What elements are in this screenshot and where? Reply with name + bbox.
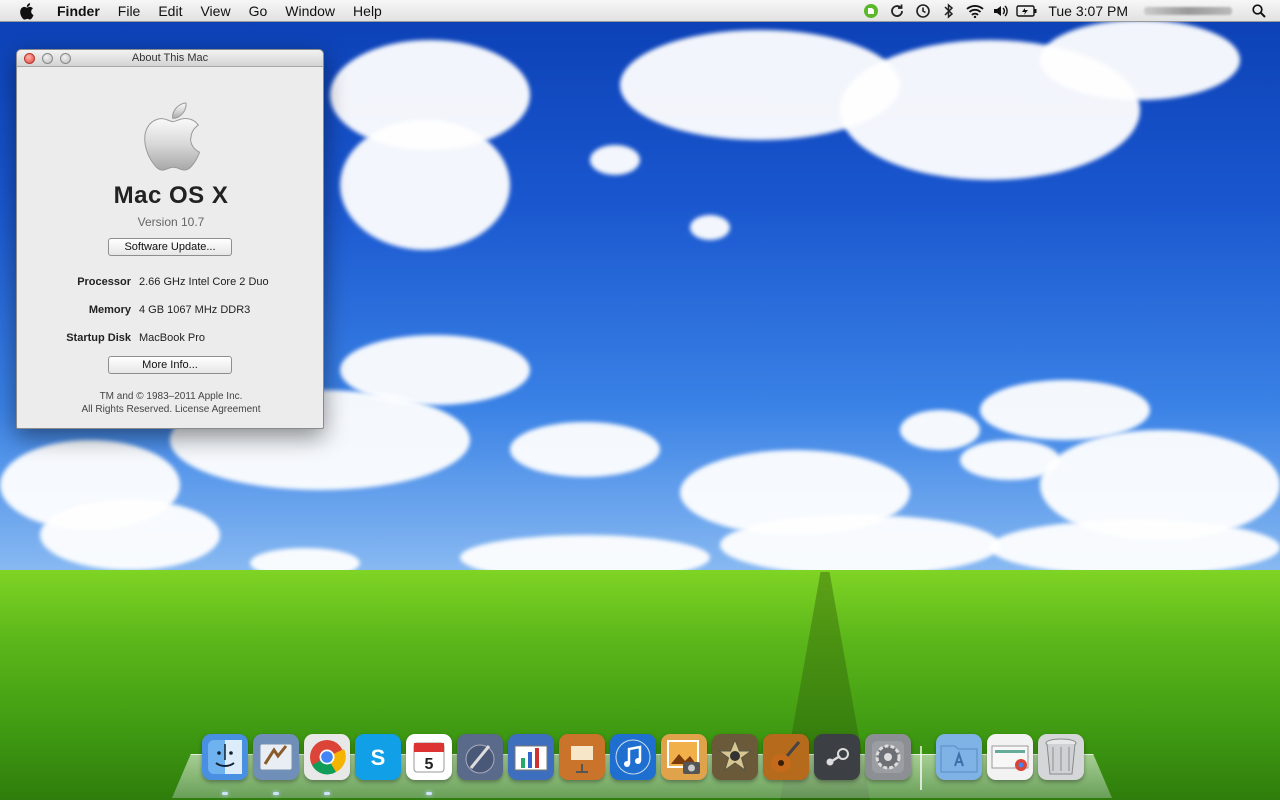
finder-icon[interactable] [202, 734, 248, 780]
menu-window[interactable]: Window [276, 0, 344, 22]
system-preferences-icon[interactable] [865, 734, 911, 780]
keynote-icon[interactable] [508, 734, 554, 780]
chrome-icon[interactable] [304, 734, 350, 780]
cloud [960, 440, 1060, 480]
dock: S5 [196, 734, 1096, 795]
cloud [510, 422, 660, 477]
sync-icon[interactable] [884, 0, 910, 22]
cloud [900, 410, 980, 450]
svg-text:S: S [371, 745, 386, 770]
copyright-notice: TM and © 1983–2011 Apple Inc. All Rights… [17, 390, 325, 416]
zoom-window-button[interactable] [60, 53, 71, 64]
evernote-icon[interactable] [858, 0, 884, 22]
memory-value: 4 GB 1067 MHz DDR3 [139, 304, 251, 316]
cloud [40, 500, 220, 570]
bluetooth-icon[interactable] [936, 0, 962, 22]
cloud [990, 520, 1280, 575]
skype-icon[interactable]: S [355, 734, 401, 780]
cloud [1040, 20, 1240, 100]
cloud [590, 145, 640, 175]
about-this-mac-window: About This Mac Mac OS X Version 10.7 Sof… [16, 49, 324, 429]
window-titlebar[interactable]: About This Mac [17, 50, 323, 67]
copyright-line-1: TM and © 1983–2011 Apple Inc. [99, 391, 243, 402]
user-name-redacted[interactable] [1144, 7, 1232, 15]
running-indicator [222, 792, 228, 795]
dock-separator[interactable] [920, 746, 922, 790]
steam-icon[interactable] [814, 734, 860, 780]
cloud [340, 120, 510, 250]
running-indicator [426, 792, 432, 795]
menu-app-name[interactable]: Finder [48, 0, 109, 22]
spotlight-search-icon[interactable] [1246, 0, 1272, 22]
menu-extras: Tue 3:07 PM [858, 0, 1280, 22]
cloud [720, 515, 1000, 575]
menu-clock[interactable]: Tue 3:07 PM [1040, 3, 1138, 19]
imovie-icon[interactable] [712, 734, 758, 780]
window-title: About This Mac [131, 52, 209, 64]
software-update-button[interactable]: Software Update... [108, 238, 232, 256]
ical-icon[interactable]: 5 [406, 734, 452, 780]
svg-text:5: 5 [425, 756, 434, 773]
menu-file[interactable]: File [109, 0, 150, 22]
startup-disk-label: Startup Disk [66, 332, 131, 344]
apple-menu-icon[interactable] [18, 2, 36, 20]
mail-icon[interactable] [253, 734, 299, 780]
itunes-icon[interactable] [610, 734, 656, 780]
os-version: Version 10.7 [137, 215, 205, 229]
more-info-button[interactable]: More Info... [108, 356, 232, 374]
menu-go[interactable]: Go [240, 0, 277, 22]
volume-icon[interactable] [988, 0, 1014, 22]
os-name: Mac OS X [113, 182, 229, 209]
time-machine-icon[interactable] [910, 0, 936, 22]
iphoto-icon[interactable] [661, 734, 707, 780]
copyright-line-2: All Rights Reserved. License Agreement [81, 404, 261, 415]
cloud [690, 215, 730, 240]
menu-bar: Finder File Edit View Go Window Help Tue… [0, 0, 1280, 22]
applications-folder-icon[interactable] [936, 734, 982, 780]
menu-help[interactable]: Help [344, 0, 391, 22]
menu-edit[interactable]: Edit [149, 0, 191, 22]
wifi-icon[interactable] [962, 0, 988, 22]
minimize-window-button[interactable] [42, 53, 53, 64]
trash-icon[interactable] [1038, 734, 1084, 780]
apple-logo-icon [137, 95, 203, 175]
downloads-stack-icon[interactable] [987, 734, 1033, 780]
processor-value: 2.66 GHz Intel Core 2 Duo [139, 276, 269, 288]
cloud [980, 380, 1150, 440]
battery-icon[interactable] [1014, 0, 1040, 22]
menu-view[interactable]: View [191, 0, 239, 22]
processor-label: Processor [77, 276, 131, 288]
running-indicator [273, 792, 279, 795]
startup-disk-value: MacBook Pro [139, 332, 206, 344]
garageband-icon[interactable] [763, 734, 809, 780]
running-indicator [324, 792, 330, 795]
presentation-icon[interactable] [559, 734, 605, 780]
memory-label: Memory [88, 304, 131, 316]
close-window-button[interactable] [24, 53, 35, 64]
script-editor-icon[interactable] [457, 734, 503, 780]
